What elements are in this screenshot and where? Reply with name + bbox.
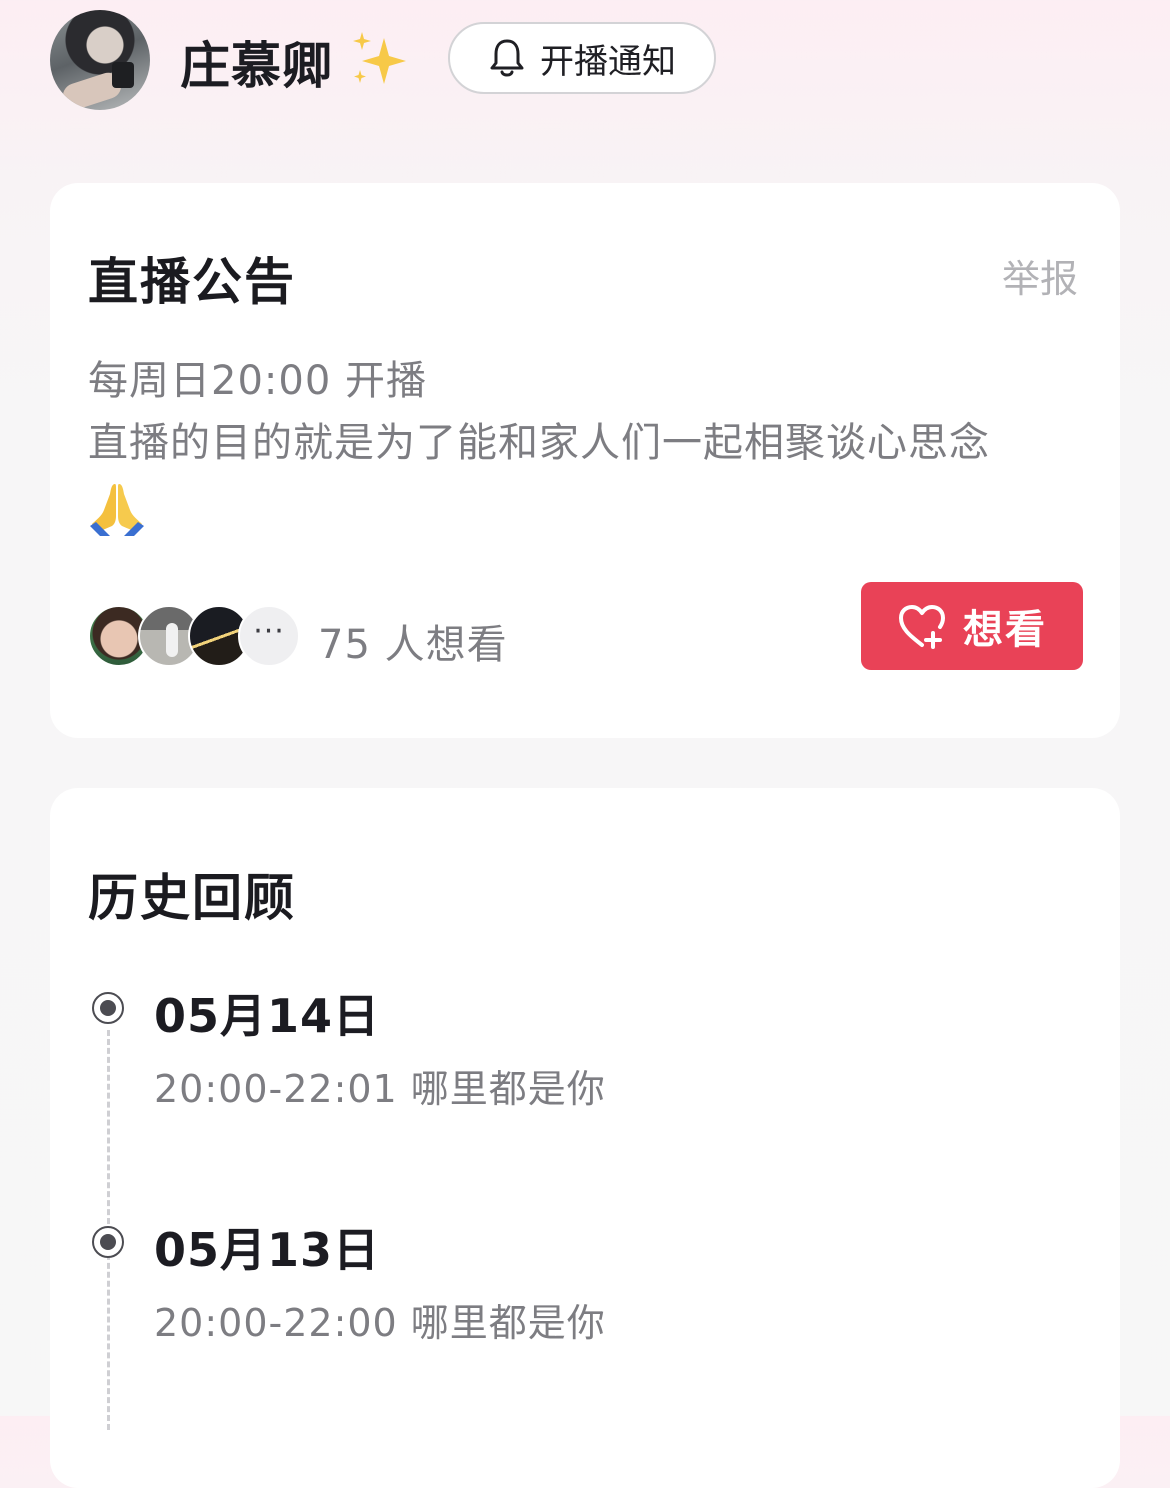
timeline-dot-icon [92, 992, 124, 1024]
live-notice-title: 直播公告 [88, 253, 296, 311]
live-notification-button[interactable]: 开播通知 [448, 22, 716, 94]
history-entry-date[interactable]: 05月14日 [154, 980, 380, 1046]
avatar[interactable] [50, 10, 150, 110]
history-entry-desc[interactable]: 20:00-22:00 哪里都是你 [154, 1292, 606, 1347]
history-entry-date[interactable]: 05月13日 [154, 1214, 380, 1280]
want-to-watch-label: 想看 [963, 607, 1047, 653]
report-link[interactable]: 举报 [1002, 248, 1078, 303]
avatar-phone [112, 62, 134, 88]
streamer-name: 庄慕卿 [180, 37, 333, 95]
interested-count: 75 人想看 [318, 622, 508, 668]
bell-icon [490, 39, 524, 77]
sparkles-icon [353, 32, 406, 84]
timeline-dot-icon [92, 1226, 124, 1258]
history-title: 历史回顾 [88, 869, 296, 927]
notice-line-schedule: 每周日20:00 开播 [88, 358, 427, 404]
heart-plus-icon [899, 605, 945, 649]
more-icon: ··· [238, 605, 300, 667]
live-notification-label: 开播通知 [540, 41, 676, 82]
history-entry-desc[interactable]: 20:00-22:01 哪里都是你 [154, 1058, 606, 1113]
live-notice-text: 每周日20:00 开播 直播的目的就是为了能和家人们一起相聚谈心思念 [88, 350, 1088, 536]
praying-hands-icon [90, 484, 144, 536]
profile-header: 庄慕卿 开播通知 [0, 0, 1170, 130]
notice-line-purpose: 直播的目的就是为了能和家人们一起相聚谈心思念 [88, 420, 990, 466]
want-to-watch-button[interactable]: 想看 [861, 582, 1083, 670]
